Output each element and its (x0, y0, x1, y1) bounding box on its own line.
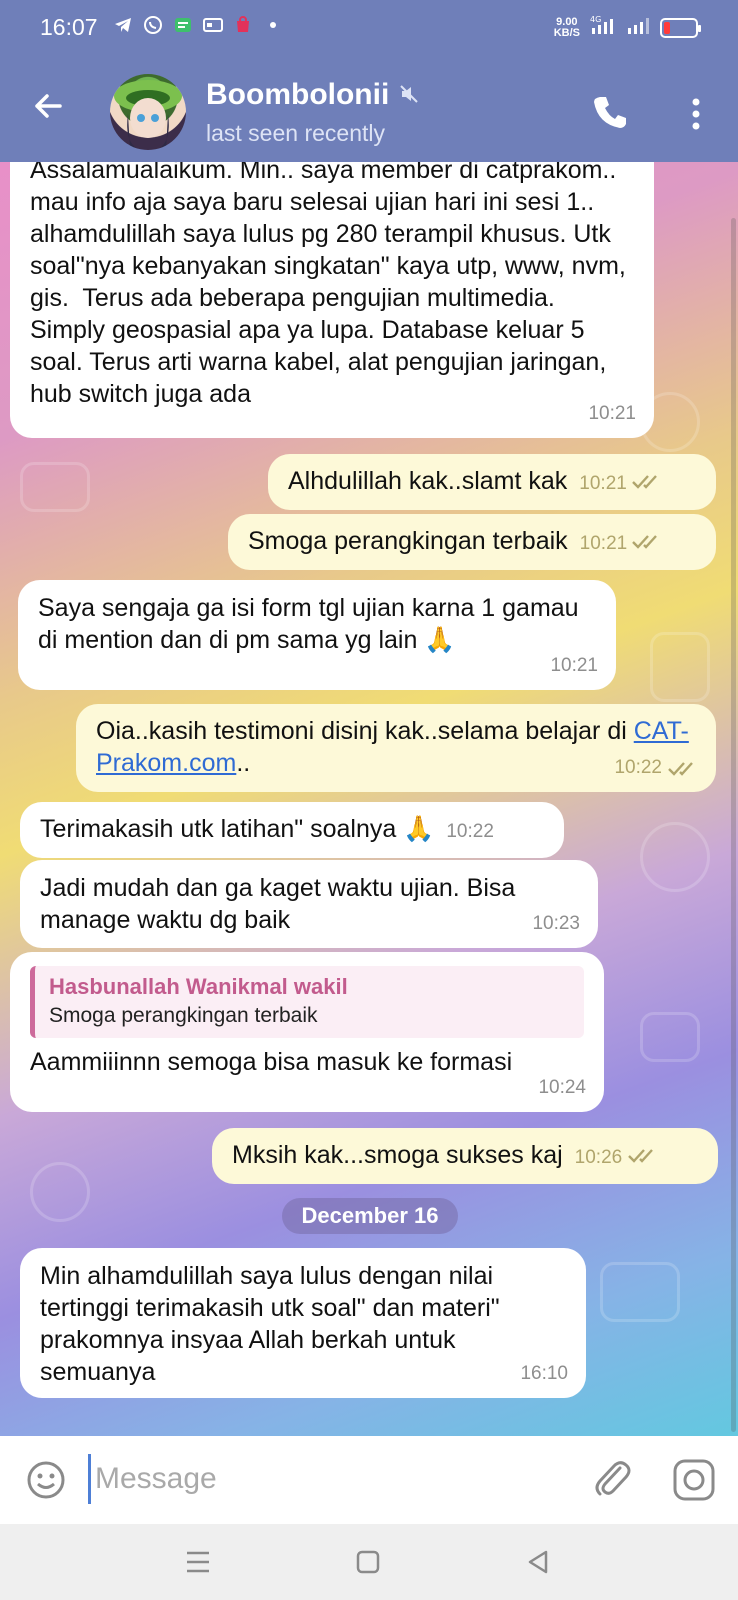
message-text: Aammiiinnn semoga bisa masuk ke formasi (30, 1048, 513, 1076)
card-icon (202, 14, 224, 36)
status-time: 16:07 (40, 14, 98, 40)
dot-icon (262, 14, 284, 36)
telegram-icon (112, 14, 134, 36)
message-bubble-outgoing[interactable]: Alhdulillah kak..slamt kak 10:21 (268, 454, 716, 510)
message-text: Smoga perangkingan terbaik (248, 527, 568, 555)
network-speed: 9.00 KB/S (553, 15, 580, 39)
shop-app-icon (232, 14, 254, 36)
system-indicators: 9.00 KB/S 4G (553, 14, 701, 41)
muted-icon (399, 78, 419, 112)
chat-app-icon (172, 14, 194, 36)
message-time: 16:10 (520, 1363, 568, 1384)
reply-text: Smoga perangkingan terbaik (49, 1004, 318, 1027)
contact-status: last seen recently (206, 120, 385, 146)
background-doodle (640, 1012, 700, 1062)
background-doodle (30, 1162, 90, 1222)
signal-icon (626, 14, 650, 41)
back-triangle-icon[interactable] (522, 1546, 554, 1578)
phone-icon[interactable] (590, 92, 630, 132)
svg-text:4G: 4G (590, 15, 601, 24)
message-list[interactable]: Assalamualaikum. Min.. saya member di ca… (0, 162, 738, 1436)
message-bubble-incoming[interactable]: Min alhamdulillah saya lulus dengan nila… (20, 1248, 586, 1398)
message-bubble-incoming[interactable]: Jadi mudah dan ga kaget waktu ujian. Bis… (20, 860, 598, 948)
whatsapp-icon (142, 14, 164, 36)
message-time: 10:21 (550, 655, 598, 676)
background-doodle (650, 632, 710, 702)
double-check-icon (632, 535, 658, 549)
message-input[interactable] (88, 1454, 558, 1504)
message-text: Mksih kak...smoga sukses kaj (232, 1141, 563, 1169)
double-check-icon (632, 475, 658, 489)
scrollbar[interactable] (731, 218, 736, 1432)
signal-4g-icon: 4G (590, 14, 616, 41)
message-time: 10:21 (588, 403, 636, 424)
message-time: 10:21 (579, 473, 662, 494)
message-text: Alhdulillah kak..slamt kak (288, 467, 568, 495)
message-text: Saya sengaja ga isi form tgl ujian karna… (38, 594, 586, 654)
chat-header: Boombolonii last seen recently (0, 56, 738, 162)
system-navigation-bar (0, 1524, 738, 1600)
message-time: 10:22 (446, 821, 494, 842)
message-bubble-outgoing[interactable]: Mksih kak...smoga sukses kaj 10:26 (212, 1128, 718, 1184)
message-time: 10:24 (538, 1077, 586, 1098)
background-doodle (600, 1262, 680, 1322)
message-text: Oia..kasih testimoni disinj kak..selama … (96, 717, 689, 777)
status-bar: 16:07 9.00 KB/S 4G (0, 0, 738, 56)
message-time: 10:23 (532, 913, 580, 934)
message-time: 10:22 (614, 752, 698, 784)
message-text: Terimakasih utk latihan" soalnya 🙏 (40, 815, 435, 843)
battery-icon (660, 17, 701, 38)
message-bubble-incoming[interactable]: Saya sengaja ga isi form tgl ujian karna… (18, 580, 616, 690)
avatar[interactable] (110, 74, 186, 150)
message-text: Jadi mudah dan ga kaget waktu ujian. Bis… (40, 874, 523, 934)
message-text: Assalamualaikum. Min.. saya member di ca… (30, 162, 633, 408)
date-separator: December 16 (282, 1198, 458, 1234)
double-check-icon (627, 1149, 653, 1163)
background-doodle (20, 462, 90, 512)
contact-name-text: Boombolonii (206, 78, 390, 111)
smiley-icon[interactable] (26, 1460, 66, 1500)
message-bubble-incoming[interactable]: Assalamualaikum. Min.. saya member di ca… (10, 162, 654, 438)
contact-name[interactable]: Boombolonii (206, 78, 419, 112)
home-square-icon[interactable] (352, 1546, 384, 1578)
menu-lines-icon[interactable] (182, 1546, 214, 1578)
message-time: 10:26 (575, 1147, 658, 1168)
double-check-icon (668, 762, 693, 776)
background-doodle (640, 822, 710, 892)
more-vertical-icon[interactable] (682, 96, 710, 132)
composer-bar (0, 1436, 738, 1524)
message-bubble-incoming[interactable]: Hasbunallah Wanikmal wakil Smoga perangk… (10, 952, 604, 1112)
reply-quote[interactable]: Hasbunallah Wanikmal wakil Smoga perangk… (30, 966, 584, 1038)
message-bubble-outgoing[interactable]: Oia..kasih testimoni disinj kak..selama … (76, 704, 716, 792)
arrow-left-icon[interactable] (30, 88, 66, 124)
message-time: 10:21 (580, 533, 663, 554)
battery-level (664, 21, 670, 34)
notification-icons (112, 14, 284, 36)
message-bubble-incoming[interactable]: Terimakasih utk latihan" soalnya 🙏 10:22 (20, 802, 564, 858)
paperclip-icon[interactable] (592, 1456, 632, 1500)
message-text: Min alhamdulillah saya lulus dengan nila… (40, 1262, 507, 1386)
camera-icon[interactable] (672, 1458, 716, 1502)
message-bubble-outgoing[interactable]: Smoga perangkingan terbaik 10:21 (228, 514, 716, 570)
reply-author: Hasbunallah Wanikmal wakil (49, 974, 348, 999)
